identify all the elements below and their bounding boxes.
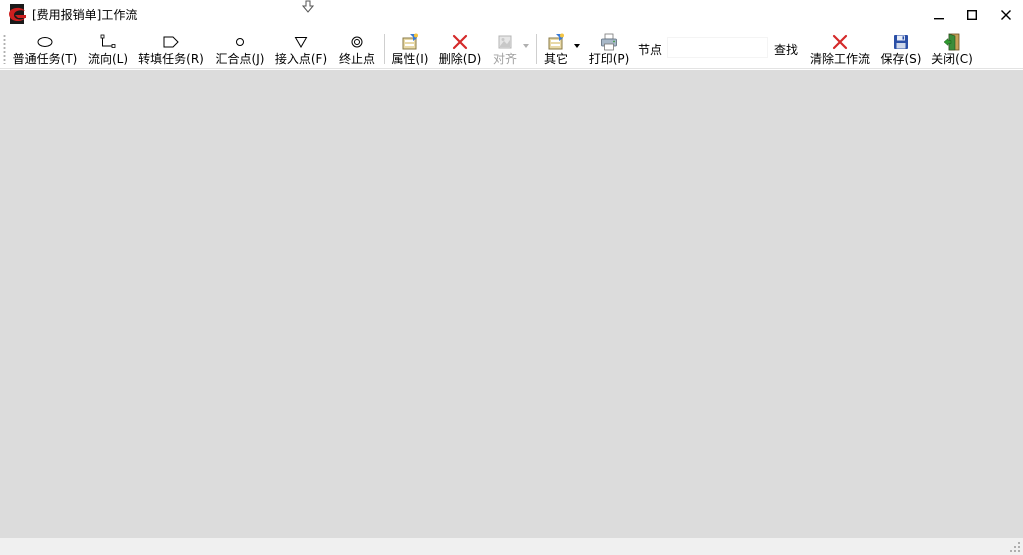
delete-button[interactable]: 删除(D) <box>438 29 482 69</box>
clear-workflow-button[interactable]: 清除工作流 <box>808 29 872 69</box>
close-workflow-button[interactable]: 关闭(C) <box>930 29 974 69</box>
print-button[interactable]: 打印(P) <box>587 29 631 69</box>
toolbar-separator <box>536 34 537 64</box>
status-bar <box>0 538 1023 555</box>
small-circle-icon <box>236 37 244 46</box>
transfer-task-button[interactable]: 转填任务(R) <box>137 29 205 69</box>
clear-x-icon <box>832 34 848 49</box>
toolbar-grip[interactable] <box>3 34 6 64</box>
mouse-cursor-icon <box>302 0 314 13</box>
toolbar-separator <box>384 34 385 64</box>
workflow-canvas[interactable] <box>0 70 1023 538</box>
app-logo-icon <box>9 4 26 24</box>
resize-grip-icon[interactable] <box>1009 541 1021 553</box>
node-search-input[interactable] <box>667 37 768 58</box>
title-bar[interactable]: [费用报销单]工作流 <box>0 0 1023 29</box>
exit-door-icon <box>943 33 960 50</box>
properties-button[interactable]: 属性(I) <box>390 29 430 69</box>
toolbar: 普通任务(T) 流向(L) 转填任务(R) 汇合点(J) 接入点(F) 终止点 … <box>0 29 1023 69</box>
triangle-down-icon <box>294 36 308 48</box>
workflow-window: [费用报销单]工作流 普通任务(T) 流向(L) 转填任务(R) 汇合点(J) … <box>0 0 1023 555</box>
delete-x-icon <box>452 34 468 49</box>
align-dropdown-arrow-icon[interactable] <box>523 44 529 48</box>
properties-icon <box>402 33 418 49</box>
normal-task-button[interactable]: 普通任务(T) <box>12 29 78 69</box>
printer-icon <box>601 33 617 50</box>
other-button[interactable]: 其它 <box>541 29 571 69</box>
double-circle-icon <box>351 36 363 47</box>
node-label: 节点 <box>638 43 663 57</box>
align-button[interactable]: 对齐 <box>490 29 520 69</box>
maximize-icon <box>967 9 977 20</box>
join-point-button[interactable]: 汇合点(J) <box>213 29 267 69</box>
search-button[interactable]: 查找 <box>774 41 798 58</box>
save-disk-icon <box>894 34 908 49</box>
close-button[interactable] <box>989 0 1023 29</box>
minimize-button[interactable] <box>922 0 956 29</box>
pentagon-tag-icon <box>163 36 179 47</box>
flow-direction-button[interactable]: 流向(L) <box>87 29 129 69</box>
save-button[interactable]: 保存(S) <box>880 29 922 69</box>
minimize-icon <box>934 17 944 19</box>
maximize-button[interactable] <box>955 0 989 29</box>
end-point-button[interactable]: 终止点 <box>336 29 378 69</box>
entry-point-button[interactable]: 接入点(F) <box>274 29 328 69</box>
other-icon <box>548 33 564 49</box>
connector-icon <box>100 34 116 48</box>
align-icon <box>498 35 512 48</box>
window-title: [费用报销单]工作流 <box>32 8 138 22</box>
close-icon <box>1001 9 1011 20</box>
ellipse-icon <box>37 36 53 47</box>
other-dropdown-arrow-icon[interactable] <box>574 44 580 48</box>
